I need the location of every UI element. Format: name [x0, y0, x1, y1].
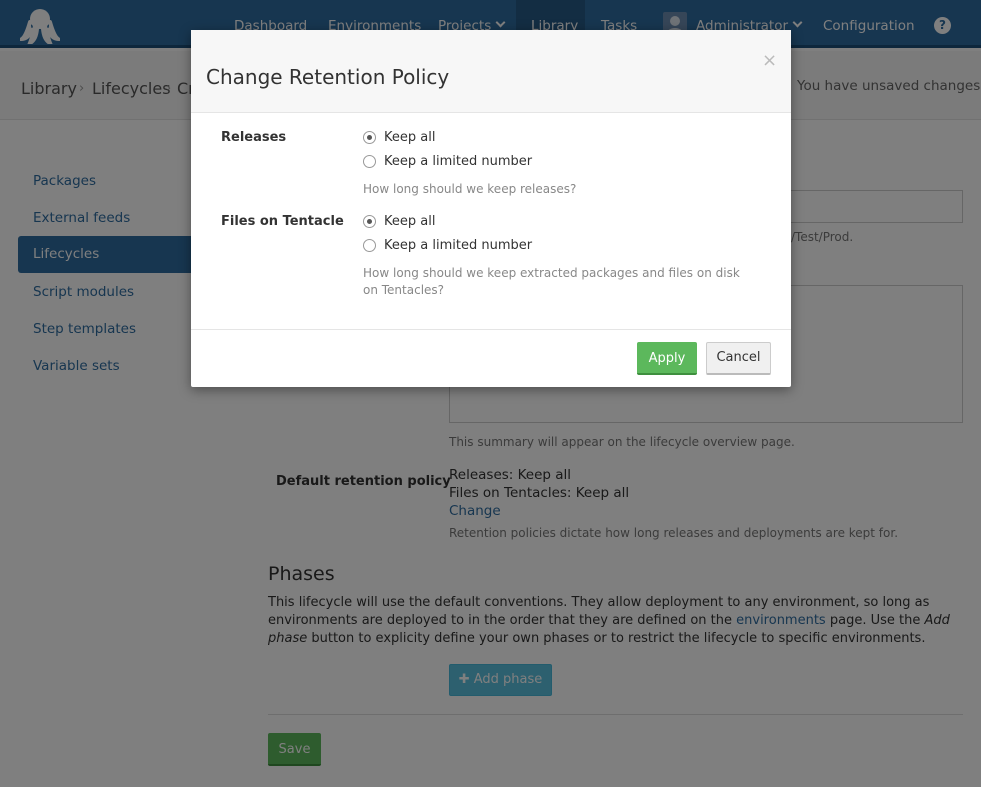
radio-unselected-icon — [363, 154, 376, 168]
change-retention-policy-dialog: Change Retention Policy × Releases Keep … — [191, 30, 791, 387]
releases-help: How long should we keep releases? — [363, 182, 577, 196]
radio-label: Keep a limited number — [384, 237, 533, 253]
radio-unselected-icon — [363, 238, 376, 252]
releases-keep-limited-radio[interactable]: Keep a limited number — [363, 152, 532, 170]
modal-header: Change Retention Policy × — [191, 30, 791, 113]
radio-label: Keep all — [384, 213, 436, 229]
radio-selected-icon — [363, 130, 376, 144]
files-keep-limited-radio[interactable]: Keep a limited number — [363, 236, 532, 254]
modal-title: Change Retention Policy — [206, 65, 450, 89]
apply-button[interactable]: Apply — [637, 342, 697, 375]
files-label: Files on Tentacle — [221, 214, 344, 229]
cancel-button[interactable]: Cancel — [706, 342, 771, 375]
releases-keep-all-radio[interactable]: Keep all — [363, 128, 435, 146]
modal-footer-divider — [191, 329, 791, 330]
close-icon[interactable]: × — [762, 50, 777, 71]
radio-label: Keep a limited number — [384, 153, 533, 169]
files-keep-all-radio[interactable]: Keep all — [363, 212, 435, 230]
releases-label: Releases — [221, 130, 287, 145]
radio-label: Keep all — [384, 129, 436, 145]
files-help: How long should we keep extracted packag… — [363, 266, 740, 297]
radio-selected-icon — [363, 214, 376, 228]
